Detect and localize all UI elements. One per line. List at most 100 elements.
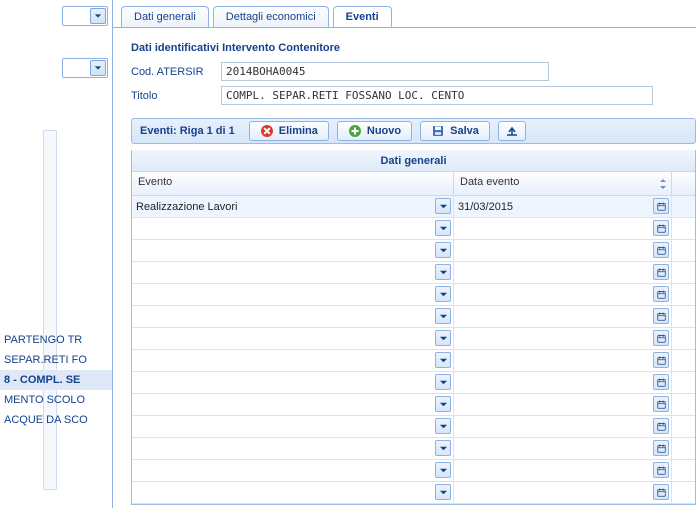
cell-value (458, 394, 649, 415)
calendar-button[interactable] (653, 264, 669, 280)
cell-evento[interactable] (132, 350, 454, 371)
cell-evento[interactable] (132, 218, 454, 239)
calendar-button[interactable] (653, 440, 669, 456)
calendar-button[interactable] (653, 396, 669, 412)
dropdown-button[interactable] (435, 440, 451, 456)
cell-data[interactable] (454, 306, 672, 327)
cell-data[interactable] (454, 394, 672, 415)
sort-icon (659, 179, 667, 189)
cell-evento[interactable] (132, 416, 454, 437)
cell-data[interactable] (454, 218, 672, 239)
chevron-down-icon[interactable] (90, 60, 106, 76)
table-row[interactable]: Realizzazione Lavori31/03/2015 (132, 196, 695, 218)
cell-data[interactable] (454, 262, 672, 283)
grid-body[interactable]: Realizzazione Lavori31/03/2015 (132, 196, 695, 504)
calendar-button[interactable] (653, 462, 669, 478)
cell-evento[interactable] (132, 460, 454, 481)
calendar-button[interactable] (653, 308, 669, 324)
dropdown-button[interactable] (435, 352, 451, 368)
cell-evento[interactable] (132, 372, 454, 393)
grid-toolbar: Eventi: Riga 1 di 1 Elimina Nuovo Salva (131, 118, 696, 144)
left-list-item[interactable]: ACQUE DA SCO (0, 410, 112, 430)
dropdown-button[interactable] (435, 286, 451, 302)
table-row[interactable] (132, 328, 695, 350)
dropdown-button[interactable] (435, 264, 451, 280)
dropdown-button[interactable] (435, 484, 451, 500)
calendar-button[interactable] (653, 374, 669, 390)
cell-evento[interactable] (132, 438, 454, 459)
cod-input[interactable] (221, 62, 549, 81)
tab[interactable]: Eventi (333, 6, 392, 28)
table-row[interactable] (132, 240, 695, 262)
delete-label: Elimina (279, 125, 318, 137)
calendar-button[interactable] (653, 352, 669, 368)
left-list-item[interactable]: MENTO SCOLO (0, 390, 112, 410)
table-row[interactable] (132, 284, 695, 306)
dropdown-button[interactable] (435, 198, 451, 214)
cell-data[interactable] (454, 482, 672, 503)
dropdown-button[interactable] (435, 330, 451, 346)
table-row[interactable] (132, 306, 695, 328)
dropdown-button[interactable] (435, 374, 451, 390)
plus-icon (348, 124, 362, 138)
save-button[interactable]: Salva (420, 121, 490, 141)
dropdown-button[interactable] (435, 308, 451, 324)
calendar-button[interactable] (653, 286, 669, 302)
table-row[interactable] (132, 482, 695, 504)
table-row[interactable] (132, 262, 695, 284)
table-row[interactable] (132, 438, 695, 460)
dropdown-button[interactable] (435, 220, 451, 236)
cell-data[interactable] (454, 328, 672, 349)
cell-evento[interactable] (132, 284, 454, 305)
table-row[interactable] (132, 416, 695, 438)
table-row[interactable] (132, 218, 695, 240)
table-row[interactable] (132, 394, 695, 416)
left-list-item[interactable]: 8 - COMPL. SE (0, 370, 112, 390)
calendar-button[interactable] (653, 220, 669, 236)
new-button[interactable]: Nuovo (337, 121, 412, 141)
calendar-button[interactable] (653, 418, 669, 434)
titolo-input[interactable] (221, 86, 653, 105)
calendar-button[interactable] (653, 330, 669, 346)
col-evento[interactable]: Evento (132, 172, 454, 195)
dropdown-button[interactable] (435, 462, 451, 478)
cell-evento[interactable] (132, 262, 454, 283)
cell-evento[interactable] (132, 240, 454, 261)
left-filter-1[interactable] (62, 6, 108, 26)
tab[interactable]: Dati generali (121, 6, 209, 28)
cell-data[interactable] (454, 350, 672, 371)
cell-data[interactable] (454, 460, 672, 481)
calendar-button[interactable] (653, 242, 669, 258)
export-button[interactable] (498, 121, 526, 141)
cell-value (458, 372, 649, 393)
table-row[interactable] (132, 460, 695, 482)
delete-button[interactable]: Elimina (249, 121, 329, 141)
chevron-down-icon[interactable] (90, 8, 106, 24)
calendar-button[interactable] (653, 484, 669, 500)
cell-evento[interactable] (132, 306, 454, 327)
left-list-item[interactable]: PARTENGO TR (0, 330, 112, 350)
cell-evento[interactable] (132, 394, 454, 415)
cell-data[interactable] (454, 240, 672, 261)
cell-data[interactable] (454, 416, 672, 437)
dropdown-button[interactable] (435, 418, 451, 434)
tab[interactable]: Dettagli economici (213, 6, 329, 28)
calendar-button[interactable] (653, 198, 669, 214)
cell-data[interactable] (454, 284, 672, 305)
cell-evento[interactable]: Realizzazione Lavori (132, 196, 454, 217)
dropdown-button[interactable] (435, 242, 451, 258)
cell-value (136, 350, 431, 371)
cell-evento[interactable] (132, 482, 454, 503)
table-row[interactable] (132, 350, 695, 372)
cell-data[interactable] (454, 372, 672, 393)
col-data[interactable]: Data evento (454, 172, 672, 195)
cell-data[interactable] (454, 438, 672, 459)
cell-data[interactable]: 31/03/2015 (454, 196, 672, 217)
left-list-item[interactable]: SEPAR.RETI FO (0, 350, 112, 370)
table-row[interactable] (132, 372, 695, 394)
left-filter-2[interactable] (62, 58, 108, 78)
dropdown-button[interactable] (435, 396, 451, 412)
left-scrollbar[interactable] (43, 130, 57, 490)
column-headers: Evento Data evento (132, 172, 695, 196)
cell-evento[interactable] (132, 328, 454, 349)
